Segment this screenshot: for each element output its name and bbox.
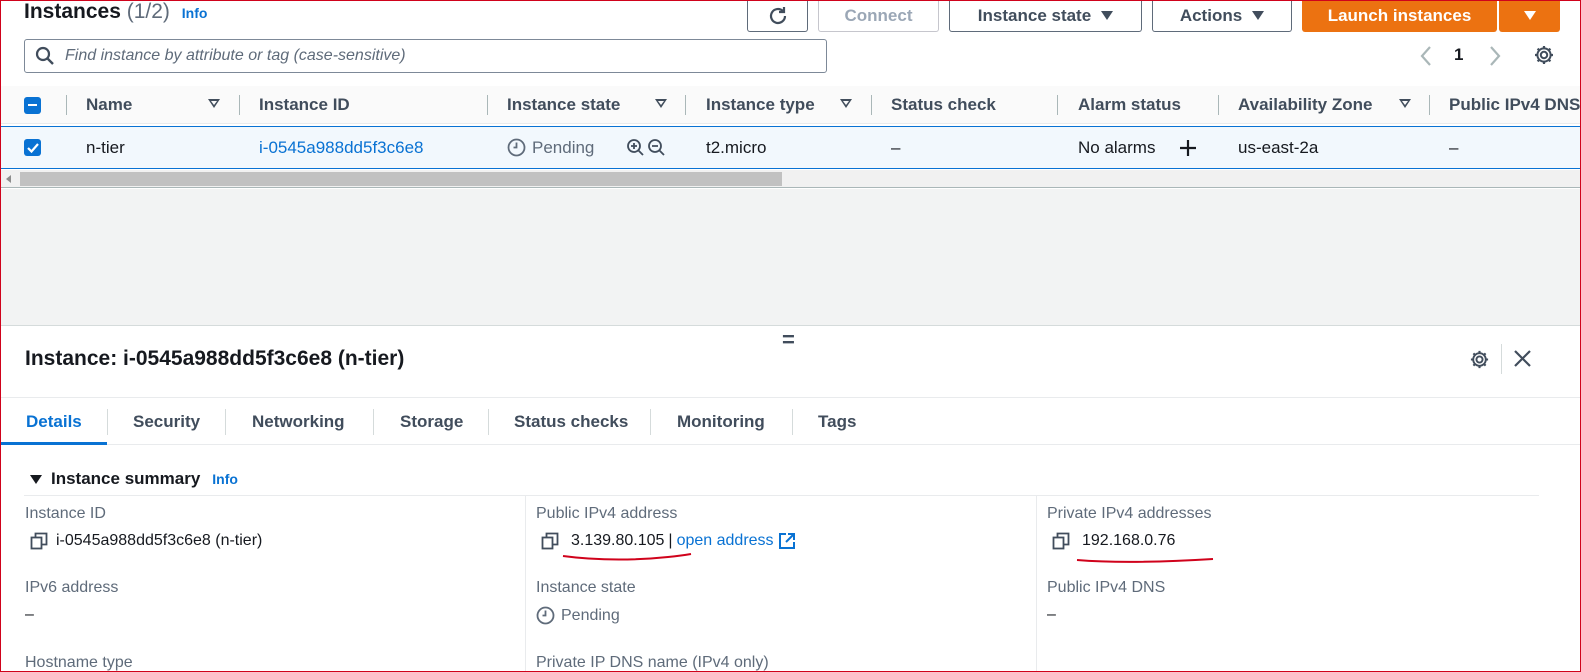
- sort-icon[interactable]: [655, 99, 667, 108]
- resize-handle[interactable]: =: [782, 327, 795, 353]
- divider: [24, 495, 1539, 496]
- caret-down-icon: [30, 474, 42, 484]
- tab-tags[interactable]: Tags: [818, 398, 856, 445]
- tab-status-checks[interactable]: Status checks: [514, 398, 628, 445]
- private-ipv4-label: Private IPv4 addresses: [1047, 505, 1212, 522]
- column-header-status-check[interactable]: Status check: [891, 86, 996, 124]
- column-divider: [525, 496, 526, 672]
- instance-id-link[interactable]: i-0545a988dd5f3c6e8: [259, 127, 423, 168]
- instance-state-value: Pending: [536, 606, 620, 625]
- launch-dropdown-button[interactable]: [1499, 0, 1560, 32]
- sort-icon[interactable]: [208, 99, 220, 108]
- detail-title: Instance: i-0545a988dd5f3c6e8 (n-tier): [25, 347, 405, 370]
- annotation-underline: [1076, 558, 1214, 563]
- instance-state-button[interactable]: Instance state: [949, 0, 1142, 32]
- table-row[interactable]: n-tier i-0545a988dd5f3c6e8 Pending t2.mi…: [0, 126, 1581, 169]
- column-header-public-dns[interactable]: Public IPv4 DNS: [1449, 86, 1580, 124]
- instance-state-label: Instance state: [536, 579, 636, 596]
- sort-icon[interactable]: [1399, 99, 1411, 108]
- sort-icon[interactable]: [840, 99, 852, 108]
- copy-icon[interactable]: [541, 532, 559, 550]
- caret-down-icon: [1523, 11, 1536, 20]
- detail-tabs: Details Security Networking Storage Stat…: [0, 397, 1581, 445]
- connect-button[interactable]: Connect: [818, 0, 939, 32]
- copy-icon[interactable]: [1052, 532, 1070, 550]
- tab-monitoring[interactable]: Monitoring: [677, 398, 765, 445]
- divider: [1501, 344, 1502, 374]
- ipv6-label: IPv6 address: [25, 579, 119, 596]
- refresh-icon: [769, 6, 786, 24]
- gear-icon[interactable]: [1469, 349, 1490, 370]
- add-alarm-button[interactable]: [1178, 127, 1198, 168]
- private-dns-label: Private IP DNS name (IPv4 only): [536, 654, 769, 671]
- scrollbar-thumb[interactable]: [20, 172, 782, 186]
- zoom-in-icon[interactable]: [626, 138, 645, 157]
- info-link[interactable]: Info: [182, 5, 208, 21]
- tab-security[interactable]: Security: [133, 398, 200, 445]
- empty-table-area: [0, 189, 1581, 326]
- caret-down-icon: [1252, 11, 1265, 20]
- copy-icon[interactable]: [30, 532, 48, 550]
- search-input[interactable]: Find instance by attribute or tag (case-…: [24, 39, 827, 73]
- instance-id-label: Instance ID: [25, 505, 106, 522]
- active-tab-indicator: [0, 442, 107, 445]
- horizontal-scrollbar[interactable]: [0, 170, 1581, 188]
- zoom-controls: [626, 127, 666, 168]
- cell-instance-state: Pending: [507, 127, 594, 168]
- cell-instance-type: t2.micro: [706, 137, 767, 157]
- instance-id-value: i-0545a988dd5f3c6e8 (n-tier): [30, 532, 262, 550]
- ipv6-value: –: [25, 606, 34, 623]
- row-checkbox[interactable]: [24, 127, 41, 168]
- selection-count: (1/2): [126, 0, 170, 23]
- chevron-left-icon[interactable]: [1419, 45, 1433, 67]
- table-header: Name Instance ID Instance state Instance…: [0, 86, 1581, 124]
- public-dns-value: –: [1047, 606, 1056, 623]
- clock-icon: [536, 606, 555, 625]
- zoom-out-icon[interactable]: [647, 138, 666, 157]
- column-divider: [1036, 496, 1037, 672]
- plus-icon: [1180, 139, 1196, 156]
- column-header-alarm-status[interactable]: Alarm status: [1078, 86, 1181, 124]
- tab-networking[interactable]: Networking: [252, 398, 345, 445]
- cell-name: n-tier: [86, 137, 125, 157]
- caret-down-icon: [1101, 11, 1114, 20]
- column-header-instance-id[interactable]: Instance ID: [259, 86, 350, 124]
- gear-icon[interactable]: [1533, 44, 1555, 66]
- hostname-type-label: Hostname type: [25, 654, 133, 671]
- search-icon: [35, 46, 54, 65]
- close-icon[interactable]: [1513, 349, 1532, 368]
- column-header-availability-zone[interactable]: Availability Zone: [1238, 86, 1372, 124]
- column-header-instance-state[interactable]: Instance state: [507, 86, 620, 124]
- cell-public-dns: –: [1449, 137, 1459, 157]
- column-header-name[interactable]: Name: [86, 86, 132, 124]
- annotation-underline: [562, 553, 692, 561]
- page-title: Instances (1/2) Info: [24, 0, 208, 23]
- public-dns-label: Public IPv4 DNS: [1047, 579, 1166, 596]
- scroll-left-arrow-icon[interactable]: [6, 175, 11, 183]
- search-placeholder: Find instance by attribute or tag (case-…: [65, 47, 406, 64]
- public-ipv4-label: Public IPv4 address: [536, 505, 678, 522]
- tab-details[interactable]: Details: [26, 398, 82, 445]
- launch-instances-button[interactable]: Launch instances: [1302, 0, 1497, 32]
- private-ipv4-value: 192.168.0.76: [1052, 532, 1175, 550]
- column-header-instance-type[interactable]: Instance type: [706, 86, 815, 124]
- cell-alarm-status: No alarms: [1078, 137, 1156, 157]
- chevron-right-icon[interactable]: [1488, 45, 1502, 67]
- tab-storage[interactable]: Storage: [400, 398, 463, 445]
- external-link-icon[interactable]: [778, 532, 796, 550]
- cell-availability-zone: us-east-2a: [1238, 137, 1319, 157]
- summary-header[interactable]: Instance summary Info: [30, 469, 238, 489]
- clock-icon: [507, 138, 526, 157]
- summary-title: Instance summary: [51, 469, 201, 488]
- summary-info-link[interactable]: Info: [212, 471, 238, 487]
- page-number[interactable]: 1: [1454, 45, 1463, 65]
- refresh-button[interactable]: [747, 0, 808, 32]
- actions-button[interactable]: Actions: [1152, 0, 1292, 32]
- select-all-checkbox[interactable]: [24, 86, 41, 124]
- cell-status-check: –: [891, 137, 901, 157]
- checkmark-icon: [26, 142, 39, 153]
